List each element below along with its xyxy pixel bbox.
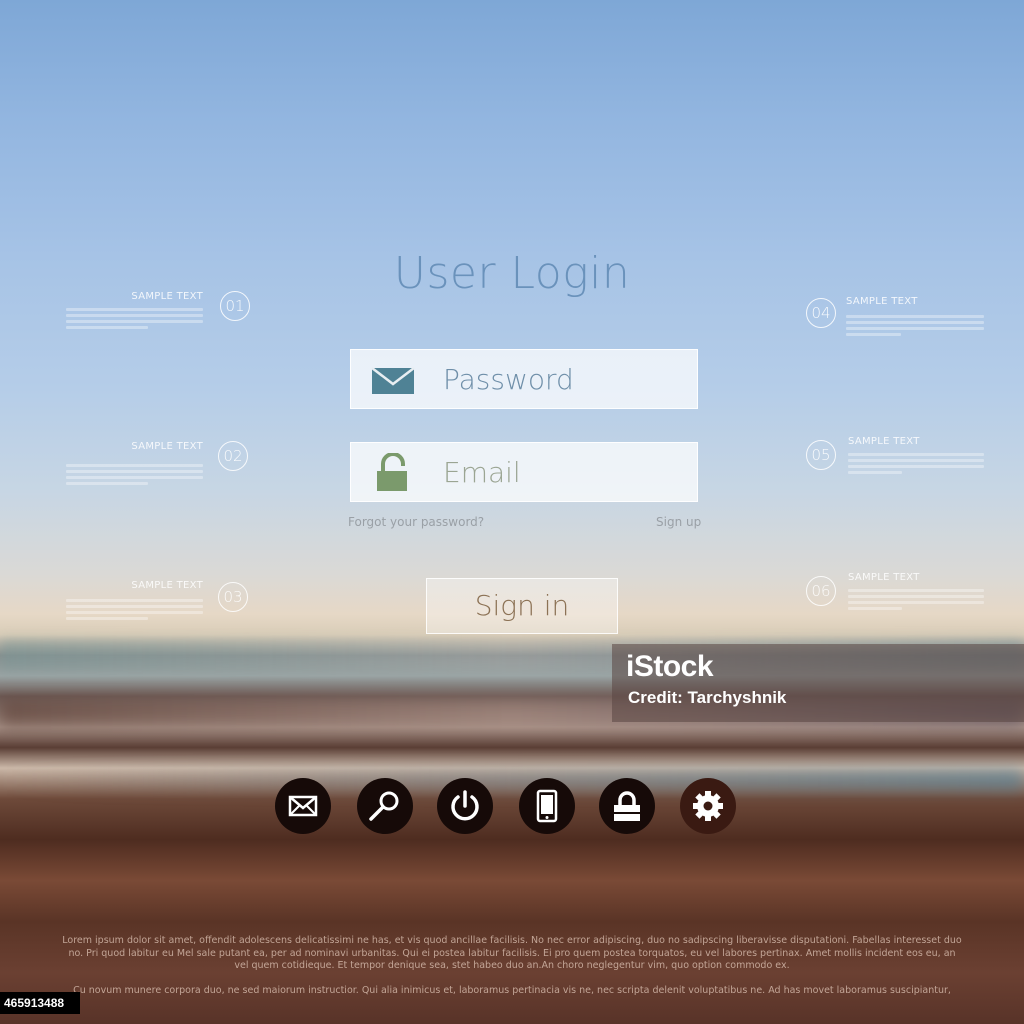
mobile-button[interactable] (519, 778, 575, 834)
side-item: SAMPLE TEXT 03 (66, 580, 266, 620)
settings-button[interactable] (680, 778, 736, 834)
side-item: 04 SAMPLE TEXT (806, 296, 1006, 336)
power-button[interactable] (437, 778, 493, 834)
side-item-number: 02 (218, 441, 248, 471)
side-item-heading: SAMPLE TEXT (848, 436, 920, 447)
mobile-icon (536, 789, 558, 823)
power-icon (451, 790, 479, 821)
stock-id: 465913488 (0, 992, 80, 1014)
side-item-text-lines (848, 589, 984, 610)
email-field-label: Email (443, 456, 521, 489)
search-icon (369, 791, 399, 821)
mail-icon (371, 362, 415, 398)
side-item-heading: SAMPLE TEXT (848, 572, 920, 583)
side-item-number: 05 (806, 440, 836, 470)
stock-credit-overlay: iStock Credit: Tarchyshnik (612, 644, 1024, 722)
lock-icon (371, 453, 415, 491)
mail-button[interactable] (275, 778, 331, 834)
forgot-password-link[interactable]: Forgot your password? (348, 515, 484, 529)
side-item-heading: SAMPLE TEXT (131, 441, 203, 452)
side-item-heading: SAMPLE TEXT (131, 291, 203, 302)
side-item-heading: SAMPLE TEXT (846, 296, 918, 307)
signin-button[interactable]: Sign in (426, 578, 618, 634)
side-item-text-lines (848, 453, 984, 474)
side-item: SAMPLE TEXT 02 (66, 441, 266, 485)
search-button[interactable] (357, 778, 413, 834)
password-field-label: Password (443, 363, 574, 396)
gear-icon (693, 791, 723, 821)
side-item: 06 SAMPLE TEXT (806, 572, 1006, 610)
stock-credit-text: Credit: Tarchyshnik (628, 688, 787, 707)
lock-icon (614, 791, 640, 821)
signup-link[interactable]: Sign up (656, 515, 701, 529)
password-field[interactable]: Password (350, 349, 698, 409)
side-item-number: 04 (806, 298, 836, 328)
footer-paragraph: Cu novum munere corpora duo, ne sed maio… (73, 985, 951, 996)
side-item-number: 06 (806, 576, 836, 606)
side-item-text-lines (66, 308, 203, 329)
side-item: SAMPLE TEXT 01 (66, 291, 266, 329)
lock-button[interactable] (599, 778, 655, 834)
side-item-text-lines (66, 464, 203, 485)
side-item-text-lines (846, 315, 984, 336)
background-streak (0, 770, 1024, 790)
stock-brand-logo: iStock (626, 650, 714, 683)
mail-icon (288, 795, 318, 817)
side-item-heading: SAMPLE TEXT (131, 580, 203, 591)
footer-paragraph: Lorem ipsum dolor sit amet, offendit ado… (62, 935, 962, 971)
email-field[interactable]: Email (350, 442, 698, 502)
side-item-number: 03 (218, 582, 248, 612)
side-item: 05 SAMPLE TEXT (806, 436, 1006, 474)
side-item-number: 01 (220, 291, 250, 321)
side-item-text-lines (66, 599, 203, 620)
